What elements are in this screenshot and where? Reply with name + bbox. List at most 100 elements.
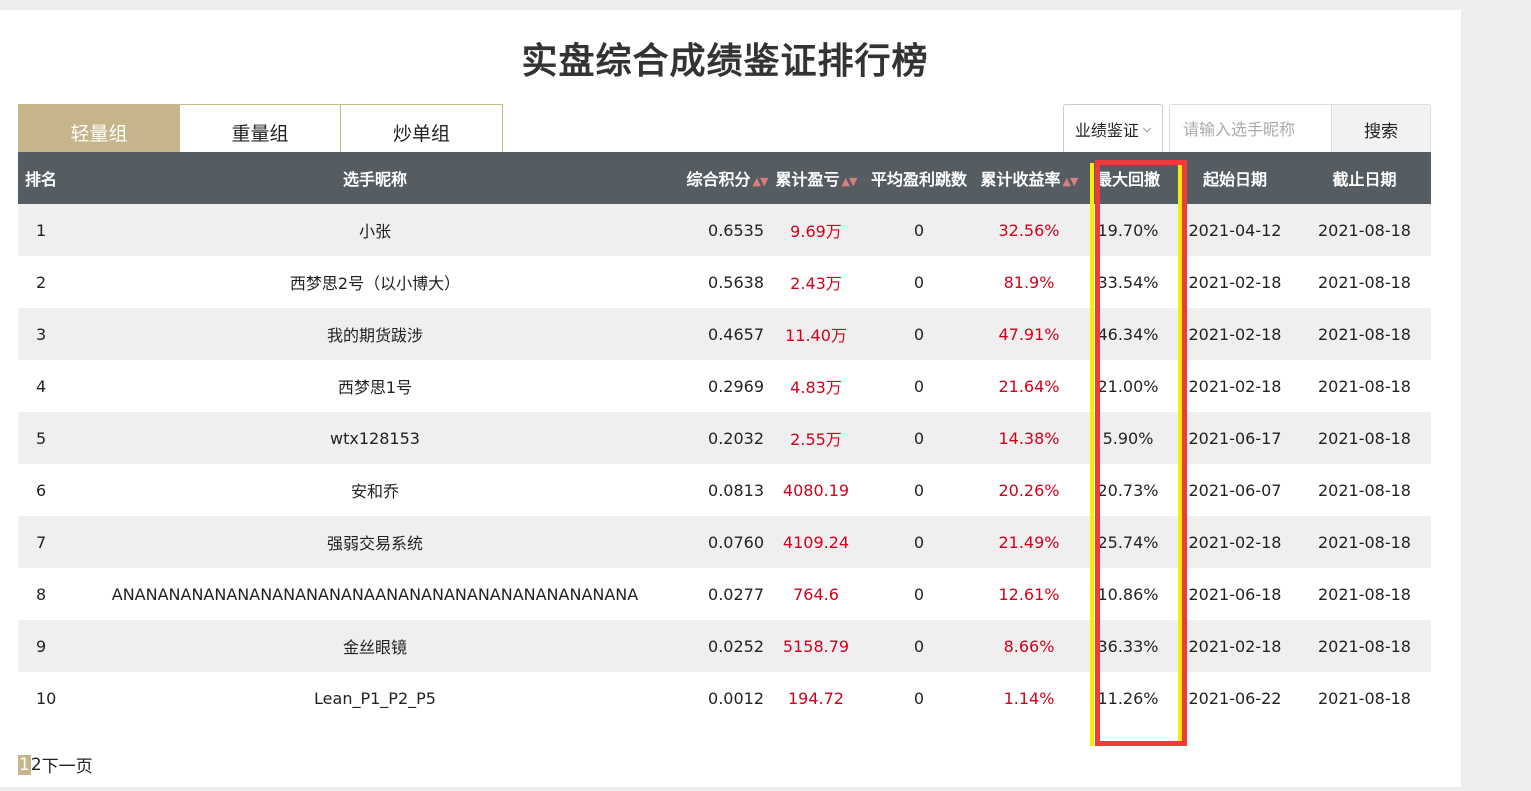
end-date-cell: 2021-08-18: [1298, 204, 1431, 256]
pnl-cell: 9.69万: [768, 204, 864, 256]
sort-arrows-icon[interactable]: ▲▼: [753, 175, 768, 188]
header-rank: 排名: [18, 152, 64, 204]
nickname-cell: 安和乔: [64, 464, 686, 516]
nickname-cell: 西梦思1号: [64, 360, 686, 412]
score-cell: 0.5638: [686, 256, 768, 308]
table-row: 3 我的期货跋涉 0.4657 11.40万 0 47.91% 46.34% 2021-02-…: [18, 308, 1431, 360]
rank-cell: 9: [18, 620, 64, 672]
table-row: 2 西梦思2号（以小博大） 0.5638 2.43万 0 81.9% 33.54% 2021-…: [18, 256, 1431, 308]
start-date-cell: 2021-04-12: [1172, 204, 1298, 256]
table-row: 7 强弱交易系统 0.0760 4109.24 0 21.49% 25.74% 2021-02…: [18, 516, 1431, 568]
end-date-cell: 2021-08-18: [1298, 672, 1431, 724]
nickname-cell: Lean_P1_P2_P5: [64, 672, 686, 724]
start-date-cell: 2021-06-07: [1172, 464, 1298, 516]
pnl-cell: 5158.79: [768, 620, 864, 672]
return-cell: 20.26%: [974, 464, 1084, 516]
nickname-cell: ANANANANANANANANANANANAANANANANANANANANA…: [64, 568, 686, 620]
header-pnl[interactable]: 累计盈亏 ▲▼: [768, 152, 864, 204]
return-cell: 8.66%: [974, 620, 1084, 672]
rank-cell: 10: [18, 672, 64, 724]
rank-cell: 1: [18, 204, 64, 256]
nickname-cell: 我的期货跋涉: [64, 308, 686, 360]
max-drawdown-cell: 33.54%: [1084, 256, 1172, 308]
avg-ticks-cell: 0: [864, 256, 974, 308]
table-row: 5 wtx128153 0.2032 2.55万 0 14.38% 5.90% 2021-06…: [18, 412, 1431, 464]
rank-cell: 4: [18, 360, 64, 412]
table-row: 9 金丝眼镜 0.0252 5158.79 0 8.66% 36.33% 2021-02-18…: [18, 620, 1431, 672]
pnl-cell: 11.40万: [768, 308, 864, 360]
end-date-cell: 2021-08-18: [1298, 516, 1431, 568]
score-cell: 0.0277: [686, 568, 768, 620]
return-cell: 1.14%: [974, 672, 1084, 724]
avg-ticks-cell: 0: [864, 412, 974, 464]
score-cell: 0.0252: [686, 620, 768, 672]
header-return[interactable]: 累计收益率 ▲▼: [974, 152, 1084, 204]
pager-page-2[interactable]: 2: [31, 755, 42, 775]
category-select[interactable]: 业绩鉴证 ⌵: [1063, 104, 1163, 154]
start-date-cell: 2021-06-18: [1172, 568, 1298, 620]
return-cell: 12.61%: [974, 568, 1084, 620]
avg-ticks-cell: 0: [864, 620, 974, 672]
nickname-cell: wtx128153: [64, 412, 686, 464]
avg-ticks-cell: 0: [864, 464, 974, 516]
return-cell: 21.64%: [974, 360, 1084, 412]
header-score[interactable]: 综合积分 ▲▼: [686, 152, 768, 204]
max-drawdown-cell: 21.00%: [1084, 360, 1172, 412]
nickname-cell: 强弱交易系统: [64, 516, 686, 568]
max-drawdown-cell: 11.26%: [1084, 672, 1172, 724]
ranking-table: 排名 选手昵称 综合积分 ▲▼ 累计盈亏 ▲▼ 平均盈利跳数 累计收益率 ▲▼ 最大回…: [18, 152, 1431, 724]
max-drawdown-cell: 19.70%: [1084, 204, 1172, 256]
header-end-date: 截止日期: [1298, 152, 1431, 204]
score-cell: 0.2969: [686, 360, 768, 412]
max-drawdown-cell: 25.74%: [1084, 516, 1172, 568]
nickname-search-input[interactable]: [1169, 104, 1331, 154]
end-date-cell: 2021-08-18: [1298, 412, 1431, 464]
avg-ticks-cell: 0: [864, 360, 974, 412]
score-cell: 0.4657: [686, 308, 768, 360]
return-cell: 21.49%: [974, 516, 1084, 568]
chevron-down-icon: ⌵: [1142, 122, 1152, 135]
search-area: 业绩鉴证 ⌵ 搜索: [1063, 104, 1431, 154]
pnl-cell: 764.6: [768, 568, 864, 620]
max-drawdown-cell: 36.33%: [1084, 620, 1172, 672]
score-cell: 0.0813: [686, 464, 768, 516]
start-date-cell: 2021-02-18: [1172, 256, 1298, 308]
start-date-cell: 2021-06-17: [1172, 412, 1298, 464]
end-date-cell: 2021-08-18: [1298, 360, 1431, 412]
search-button[interactable]: 搜索: [1331, 104, 1431, 154]
return-cell: 81.9%: [974, 256, 1084, 308]
pager-current-page: 1: [18, 754, 31, 775]
rank-cell: 7: [18, 516, 64, 568]
table-row: 1 小张 0.6535 9.69万 0 32.56% 19.70% 2021-04-12 202…: [18, 204, 1431, 256]
pagination: 1 2 下一页: [18, 752, 93, 777]
max-drawdown-cell: 20.73%: [1084, 464, 1172, 516]
score-cell: 0.2032: [686, 412, 768, 464]
return-cell: 14.38%: [974, 412, 1084, 464]
start-date-cell: 2021-02-18: [1172, 516, 1298, 568]
end-date-cell: 2021-08-18: [1298, 620, 1431, 672]
pnl-cell: 2.55万: [768, 412, 864, 464]
return-cell: 47.91%: [974, 308, 1084, 360]
rank-cell: 5: [18, 412, 64, 464]
pager-next-button[interactable]: 下一页: [42, 752, 93, 777]
end-date-cell: 2021-08-18: [1298, 568, 1431, 620]
max-drawdown-cell: 10.86%: [1084, 568, 1172, 620]
sort-arrows-icon[interactable]: ▲▼: [1063, 175, 1079, 188]
avg-ticks-cell: 0: [864, 516, 974, 568]
start-date-cell: 2021-02-18: [1172, 308, 1298, 360]
category-select-value: 业绩鉴证: [1074, 121, 1139, 140]
pnl-cell: 4080.19: [768, 464, 864, 516]
max-drawdown-cell: 46.34%: [1084, 308, 1172, 360]
table-row: 6 安和乔 0.0813 4080.19 0 20.26% 20.73% 2021-06-07…: [18, 464, 1431, 516]
header-max-drawdown: 最大回撤: [1084, 152, 1172, 204]
header-start-date: 起始日期: [1172, 152, 1298, 204]
table-header-row: 排名 选手昵称 综合积分 ▲▼ 累计盈亏 ▲▼ 平均盈利跳数 累计收益率 ▲▼ 最大回…: [18, 152, 1431, 204]
avg-ticks-cell: 0: [864, 204, 974, 256]
table-row: 10 Lean_P1_P2_P5 0.0012 194.72 0 1.14% 11.26% 2…: [18, 672, 1431, 724]
sort-arrows-icon[interactable]: ▲▼: [842, 175, 858, 188]
start-date-cell: 2021-02-18: [1172, 360, 1298, 412]
rank-cell: 8: [18, 568, 64, 620]
page-title: 实盘综合成绩鉴证排行榜: [521, 41, 929, 82]
avg-ticks-cell: 0: [864, 308, 974, 360]
table-row: 4 西梦思1号 0.2969 4.83万 0 21.64% 21.00% 2021-02-18…: [18, 360, 1431, 412]
